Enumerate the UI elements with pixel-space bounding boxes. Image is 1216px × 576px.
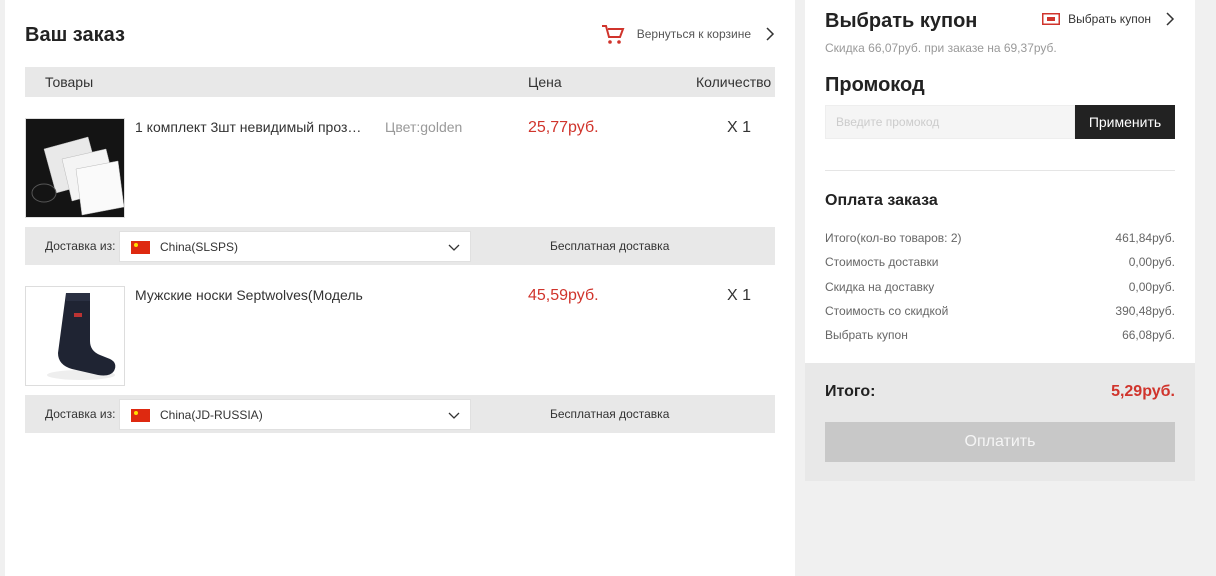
total-box: Итого: 5,29руб. Оплатить <box>805 363 1195 481</box>
summary-row: Стоимость доставки 0,00руб. <box>825 255 1175 269</box>
product-price: 25,77руб. <box>528 119 599 136</box>
cart-icon <box>601 25 625 44</box>
order-title: Ваш заказ <box>25 24 125 46</box>
summary-value: 0,00руб. <box>1128 255 1175 269</box>
total-label: Итого: <box>825 383 876 400</box>
ship-from-label: Доставка из: <box>45 239 116 253</box>
ship-from-value: China(JD-RUSSIA) <box>160 408 263 422</box>
product-name[interactable]: Мужские носки Septwolves(Модель <box>135 287 365 303</box>
select-coupon-label: Выбрать купон <box>1068 12 1151 26</box>
summary-value: 0,00руб. <box>1128 280 1175 294</box>
summary-label: Скидка на доставку <box>825 280 935 294</box>
summary-label: Итого(кол-во товаров: 2) <box>825 231 962 245</box>
back-to-cart-label: Вернуться к корзине <box>636 27 751 41</box>
summary-row: Выбрать купон 66,08руб. <box>825 328 1175 342</box>
chevron-down-icon <box>448 244 460 251</box>
summary-row: Скидка на доставку 0,00руб. <box>825 280 1175 294</box>
product-quantity: X 1 <box>727 287 752 304</box>
shipping-method: Бесплатная доставка <box>550 239 670 253</box>
shipping-row: Доставка из: China(SLSPS) Бесплатная дос… <box>25 227 775 265</box>
summary-row: Итого(кол-во товаров: 2) 461,84руб. <box>825 231 1175 245</box>
payment-title: Оплата заказа <box>825 192 938 209</box>
column-goods: Товары <box>45 74 94 90</box>
product-name[interactable]: 1 комплект 3шт невидимый прозрачный <box>135 119 365 135</box>
ship-from-value: China(SLSPS) <box>160 240 239 254</box>
shipping-row: Доставка из: China(JD-RUSSIA) Бесплатная… <box>25 395 775 433</box>
promo-title: Промокод <box>825 74 925 96</box>
order-table-header: Товары Цена Количество <box>25 67 775 97</box>
summary-row: Стоимость со скидкой 390,48руб. <box>825 304 1175 318</box>
coupon-title: Выбрать купон <box>825 10 978 32</box>
ship-from-select[interactable]: China(JD-RUSSIA) <box>119 399 471 430</box>
summary-value: 390,48руб. <box>1115 304 1175 318</box>
china-flag-icon <box>131 409 150 422</box>
summary-panel: Выбрать купон Выбрать купон Скидка 66,07… <box>805 0 1195 363</box>
china-flag-icon <box>131 241 150 254</box>
order-panel: Ваш заказ Вернуться к корзине Товары Цен… <box>5 0 795 576</box>
product-image[interactable] <box>25 118 125 218</box>
summary-label: Стоимость со скидкой <box>825 304 949 318</box>
divider <box>825 170 1175 171</box>
total-value: 5,29руб. <box>1111 383 1175 400</box>
product-photo-icon <box>26 119 124 217</box>
chevron-down-icon <box>448 412 460 419</box>
column-qty: Количество <box>696 74 772 90</box>
summary-label: Выбрать купон <box>825 328 908 342</box>
ship-from-select[interactable]: China(SLSPS) <box>119 231 471 262</box>
chevron-right-icon <box>766 27 775 41</box>
summary-label: Стоимость доставки <box>825 255 939 269</box>
sock-icon <box>47 293 116 380</box>
product-quantity: X 1 <box>727 119 752 136</box>
column-price: Цена <box>528 74 562 90</box>
coupon-discount-note: Скидка 66,07руб. при заказе на 69,37руб. <box>825 41 1057 55</box>
summary-value: 461,84руб. <box>1115 231 1175 245</box>
apply-promo-button[interactable]: Применить <box>1075 105 1175 139</box>
ship-from-label: Доставка из: <box>45 407 116 421</box>
coupon-ticket-icon <box>1042 13 1061 25</box>
select-coupon-link[interactable]: Выбрать купон <box>1042 12 1175 26</box>
shipping-method: Бесплатная доставка <box>550 407 670 421</box>
chevron-right-icon <box>1166 12 1175 26</box>
product-price: 45,59руб. <box>528 287 599 304</box>
promo-code-input[interactable] <box>825 105 1075 139</box>
product-image[interactable] <box>25 286 125 386</box>
summary-value: 66,08руб. <box>1122 328 1175 342</box>
pay-button[interactable]: Оплатить <box>825 422 1175 462</box>
back-to-cart-link[interactable]: Вернуться к корзине <box>601 22 775 46</box>
product-attribute: Цвет:golden <box>385 119 463 135</box>
